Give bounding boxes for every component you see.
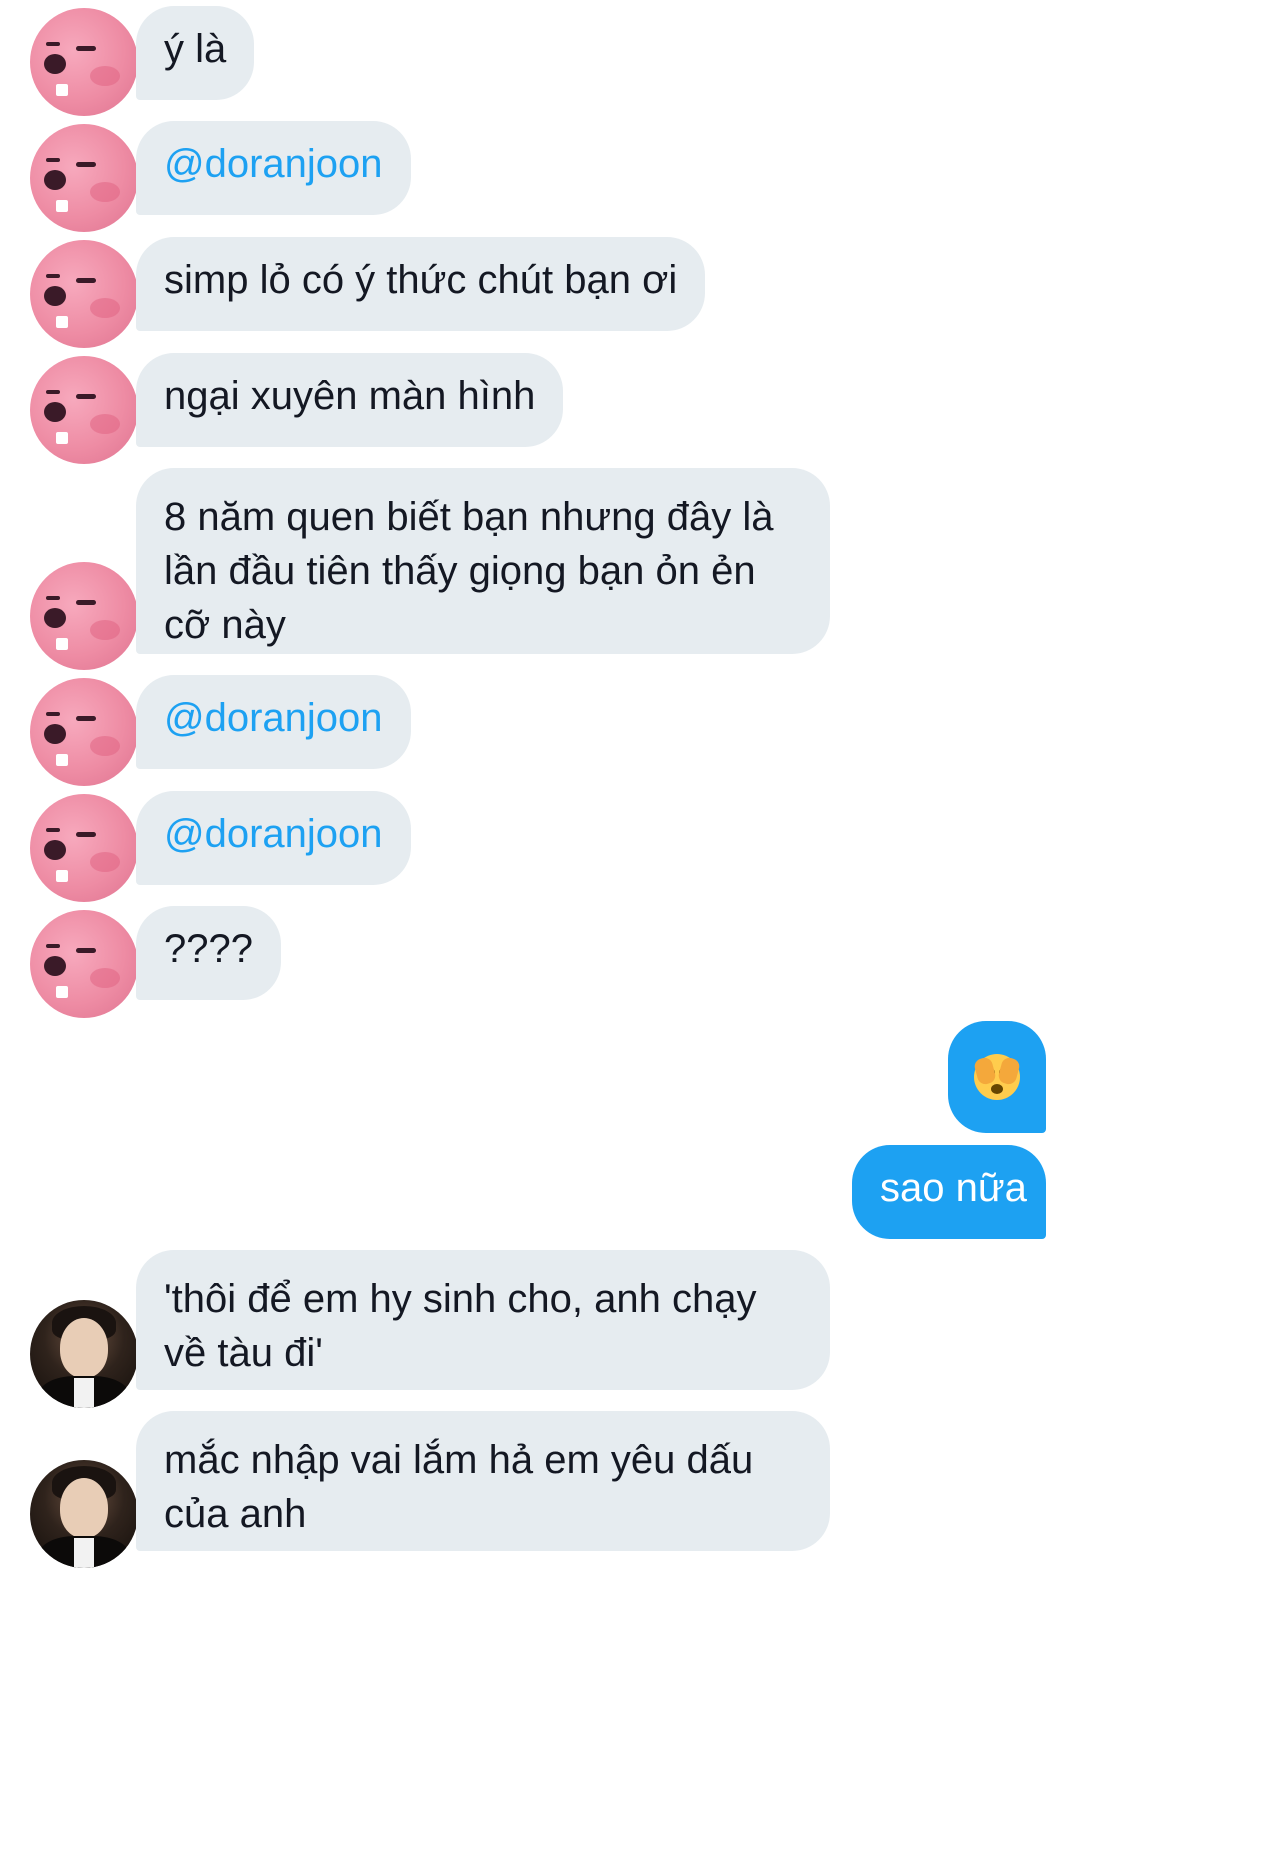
- man-in-suit-avatar[interactable]: [30, 1300, 138, 1408]
- message-text: ngại xuyên màn hình: [164, 374, 536, 418]
- pink-creature-avatar[interactable]: [30, 124, 138, 232]
- pink-creature-avatar[interactable]: [30, 8, 138, 116]
- message-bubble[interactable]: @doranjoon: [136, 675, 411, 769]
- message-text: 8 năm quen biết bạn nhưng đây là lần đầu…: [164, 495, 774, 647]
- mention-link[interactable]: @doranjoon: [164, 812, 383, 856]
- message-bubble[interactable]: @doranjoon: [136, 121, 411, 215]
- message-text: simp lỏ có ý thức chút bạn ơi: [164, 258, 678, 302]
- face-with-hand-over-eyes-icon: [972, 1054, 1022, 1100]
- message-text: ý là: [164, 27, 227, 71]
- pink-creature-avatar[interactable]: [30, 240, 138, 348]
- message-bubble[interactable]: 8 năm quen biết bạn nhưng đây là lần đầu…: [136, 468, 830, 654]
- message-text: 'thôi để em hy sinh cho, anh chạy về tàu…: [164, 1277, 757, 1375]
- message-bubble[interactable]: 'thôi để em hy sinh cho, anh chạy về tàu…: [136, 1250, 830, 1390]
- message-bubble[interactable]: mắc nhập vai lắm hả em yêu dấu của anh: [136, 1411, 830, 1551]
- mention-link[interactable]: @doranjoon: [164, 696, 383, 740]
- pink-creature-avatar[interactable]: [30, 678, 138, 786]
- pink-creature-avatar[interactable]: [30, 356, 138, 464]
- message-text: mắc nhập vai lắm hả em yêu dấu của anh: [164, 1438, 754, 1536]
- message-bubble[interactable]: ????: [136, 906, 281, 1000]
- message-bubble[interactable]: @doranjoon: [136, 791, 411, 885]
- pink-creature-avatar[interactable]: [30, 562, 138, 670]
- message-text: ????: [164, 927, 253, 971]
- pink-creature-avatar[interactable]: [30, 794, 138, 902]
- sent-message-bubble[interactable]: sao nữa: [852, 1145, 1046, 1239]
- mention-link[interactable]: @doranjoon: [164, 142, 383, 186]
- message-bubble[interactable]: ngại xuyên màn hình: [136, 353, 564, 447]
- pink-creature-avatar[interactable]: [30, 910, 138, 1018]
- message-bubble[interactable]: simp lỏ có ý thức chút bạn ơi: [136, 237, 706, 331]
- man-in-suit-avatar[interactable]: [30, 1460, 138, 1568]
- message-text: sao nữa: [880, 1166, 1027, 1210]
- sent-message-bubble[interactable]: [948, 1021, 1046, 1133]
- message-bubble[interactable]: ý là: [136, 6, 255, 100]
